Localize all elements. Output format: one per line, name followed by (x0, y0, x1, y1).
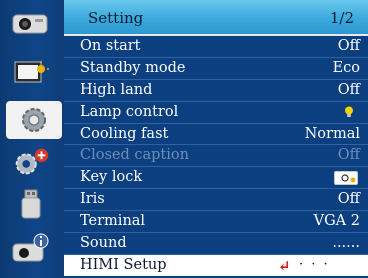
menu-row-lamp-control[interactable]: Lamp control (64, 102, 368, 124)
expanded-setting-menu-tab[interactable] (10, 146, 52, 178)
picture-menu-tab[interactable] (10, 6, 52, 38)
row-label: On start (80, 38, 141, 54)
row-value: ...... (332, 235, 360, 252)
row-value: · · · (299, 256, 330, 272)
enter-arrow-icon: ↵ (278, 256, 291, 275)
row-value: Normal (304, 125, 360, 142)
row-value: Off (337, 81, 360, 98)
row-value: Off (337, 147, 360, 164)
menu-sidebar (0, 0, 65, 278)
row-label: Standby mode (80, 59, 186, 76)
menu-row-cooling-fast[interactable]: Cooling fast Normal (64, 124, 368, 146)
setting-menu-panel: Setting 1/2 On start Off Standby mode Ec… (64, 0, 368, 278)
row-label: High land (80, 81, 153, 98)
menu-row-sound[interactable]: Sound ...... (64, 233, 368, 255)
information-menu-tab[interactable] (10, 232, 52, 264)
row-label: Key lock (80, 169, 143, 186)
row-label: Lamp control (80, 103, 179, 120)
menu-row-on-start[interactable]: On start Off (64, 36, 368, 58)
row-label: Closed caption (80, 147, 189, 164)
row-label: Iris (80, 191, 105, 208)
menu-row-high-land[interactable]: High land Off (64, 80, 368, 102)
display-menu-tab[interactable] (10, 56, 52, 88)
setting-menu-tab[interactable] (6, 101, 62, 139)
row-label: Sound (80, 235, 127, 252)
row-value: VGA 2 (313, 213, 360, 230)
menu-row-himi-setup[interactable]: HIMI Setup ↵ · · · (64, 254, 368, 276)
expanded-setting-icon (15, 148, 49, 175)
page-indicator: 1/2 (329, 9, 354, 27)
row-label: Terminal (80, 213, 146, 230)
setting-list: On start Off Standby mode Eco High land … (64, 36, 368, 276)
menu-header: Setting 1/2 (64, 0, 368, 36)
row-value: Off (337, 191, 360, 208)
usb-memory-icon (21, 189, 41, 219)
setting-gear-icon (22, 108, 46, 132)
menu-row-closed-caption: Closed caption Off (64, 145, 368, 168)
row-value: Off (337, 38, 360, 54)
row-label: HIMI Setup (80, 256, 167, 273)
information-icon (12, 233, 49, 262)
row-value: Eco (332, 59, 360, 76)
display-icon (14, 61, 49, 83)
menu-row-standby-mode[interactable]: Standby mode Eco (64, 58, 368, 80)
menu-row-key-lock[interactable]: Key lock (64, 167, 368, 190)
menu-title: Setting (88, 9, 144, 27)
lamp-bulb-icon (345, 106, 353, 117)
usb-memory-menu-tab[interactable] (10, 188, 52, 220)
menu-row-terminal[interactable]: Terminal VGA 2 (64, 211, 368, 234)
key-lock-icon (334, 171, 358, 186)
projector-osd-menu: Setting 1/2 On start Off Standby mode Ec… (0, 0, 368, 278)
row-label: Cooling fast (80, 125, 169, 142)
picture-icon (12, 14, 48, 34)
menu-row-iris[interactable]: Iris Off (64, 189, 368, 212)
